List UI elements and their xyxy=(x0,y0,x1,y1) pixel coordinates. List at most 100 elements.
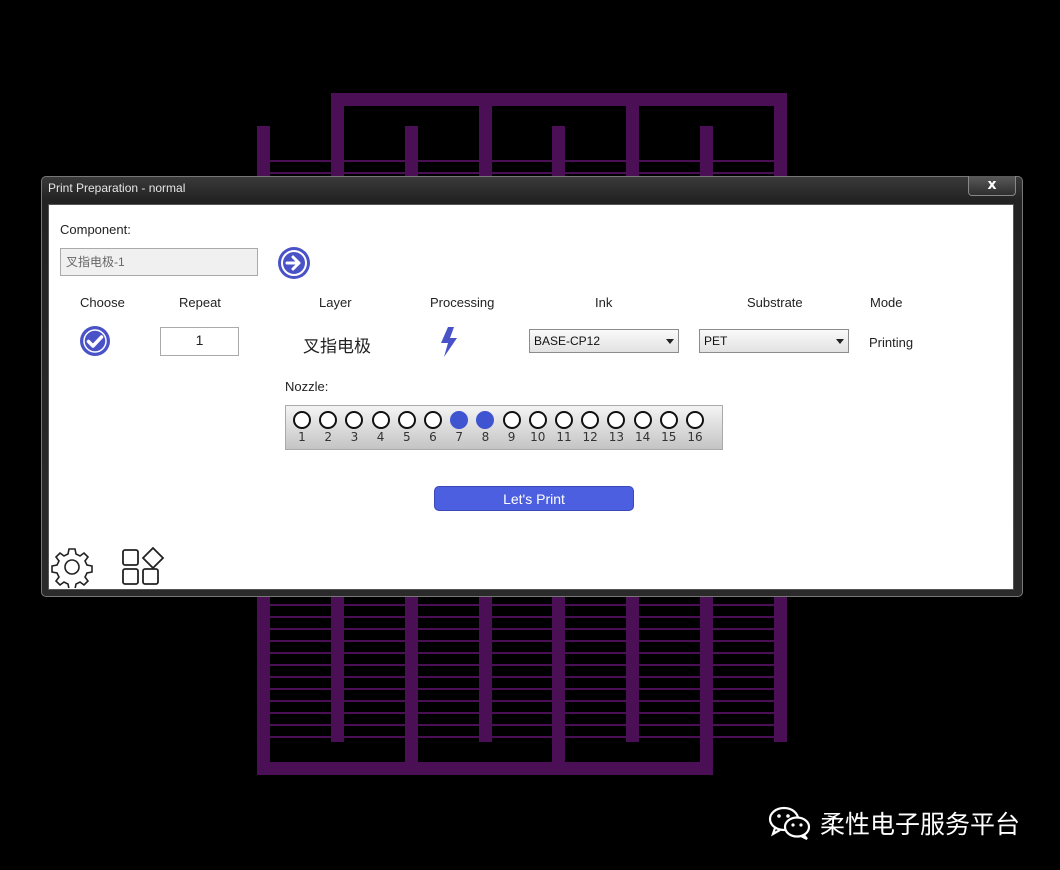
nozzle-dot xyxy=(397,411,416,429)
nozzle-13[interactable]: 13 xyxy=(603,411,629,447)
nozzle-dot xyxy=(659,411,678,429)
electrode-trace xyxy=(565,664,626,666)
checkmark-icon xyxy=(83,329,107,353)
nozzle-15[interactable]: 15 xyxy=(656,411,682,447)
electrode-trace xyxy=(713,172,774,174)
electrode-trace xyxy=(639,736,700,738)
print-preparation-dialog: Print Preparation - normal x Component: … xyxy=(41,176,1023,597)
electrode-trace xyxy=(344,616,405,618)
nozzle-number: 6 xyxy=(429,430,437,444)
electrode-trace xyxy=(418,640,479,642)
nozzle-12[interactable]: 12 xyxy=(577,411,603,447)
close-button[interactable]: x xyxy=(968,176,1016,196)
electrode-trace xyxy=(418,700,479,702)
nozzle-5[interactable]: 5 xyxy=(394,411,420,447)
electrode-trace xyxy=(270,652,331,654)
electrode-trace xyxy=(565,688,626,690)
nozzle-dot xyxy=(607,411,626,429)
electrode-trace xyxy=(270,616,331,618)
electrode-trace xyxy=(344,652,405,654)
nozzle-8[interactable]: 8 xyxy=(472,411,498,447)
layer-name: 叉指电极 xyxy=(303,337,371,356)
nozzle-dot xyxy=(581,411,600,429)
wechat-icon xyxy=(768,806,811,840)
electrode-trace xyxy=(270,160,331,162)
gear-icon[interactable] xyxy=(51,546,93,588)
chevron-down-icon xyxy=(666,339,674,344)
electrode-trace xyxy=(270,700,331,702)
electrode-trace xyxy=(713,664,774,666)
electrode-trace xyxy=(270,604,331,606)
electrode-trace xyxy=(565,676,626,678)
electrode-trace xyxy=(639,724,700,726)
electrode-trace xyxy=(344,628,405,630)
arrow-right-circle-icon[interactable] xyxy=(278,247,310,279)
electrode-trace xyxy=(492,604,552,606)
electrode-trace xyxy=(344,604,405,606)
header-mode: Mode xyxy=(870,295,903,310)
component-label: Component: xyxy=(60,222,131,237)
electrode-trace xyxy=(344,712,405,714)
nozzle-4[interactable]: 4 xyxy=(368,411,394,447)
nozzle-16[interactable]: 16 xyxy=(682,411,708,447)
component-field[interactable]: 叉指电极-1 xyxy=(60,248,258,276)
header-processing: Processing xyxy=(430,295,495,310)
nozzle-number: 5 xyxy=(402,430,411,444)
ink-select[interactable]: BASE-CP12 xyxy=(529,329,679,353)
substrate-select-value: PET xyxy=(704,334,728,348)
nozzle-number: 11 xyxy=(556,430,572,444)
nozzle-number: 14 xyxy=(634,430,651,444)
electrode-trace xyxy=(270,628,331,630)
nozzle-9[interactable]: 9 xyxy=(499,411,525,447)
electrode-trace xyxy=(344,640,405,642)
substrate-select[interactable]: PET xyxy=(699,329,849,353)
nozzle-dot xyxy=(528,411,547,429)
electrode-trace xyxy=(418,172,479,174)
electrode-trace xyxy=(344,160,405,162)
nozzle-14[interactable]: 14 xyxy=(630,411,656,447)
electrode-trace xyxy=(492,172,552,174)
nozzle-dot xyxy=(371,411,390,429)
electrode-trace xyxy=(565,172,626,174)
electrode-trace xyxy=(492,712,552,714)
nozzle-10[interactable]: 10 xyxy=(525,411,551,447)
electrode-trace xyxy=(565,604,626,606)
electrode-trace xyxy=(565,640,626,642)
lets-print-button[interactable]: Let's Print xyxy=(434,486,634,511)
nozzle-6[interactable]: 6 xyxy=(420,411,446,447)
electrode-trace xyxy=(344,676,405,678)
electrode-trace xyxy=(492,616,552,618)
electrode-trace xyxy=(418,160,479,162)
nozzle-7[interactable]: 7 xyxy=(446,411,472,447)
nozzle-3[interactable]: 3 xyxy=(341,411,367,447)
nozzle-dot xyxy=(633,411,652,429)
nozzle-2[interactable]: 2 xyxy=(315,411,341,447)
nozzle-dot xyxy=(502,411,521,429)
choose-checkbox[interactable] xyxy=(80,326,110,356)
nozzle-1[interactable]: 1 xyxy=(289,411,315,447)
lightning-bolt-icon[interactable] xyxy=(438,326,460,358)
watermark: 柔性电子服务平台 xyxy=(768,805,1020,841)
electrode-trace xyxy=(713,628,774,630)
nozzle-dot xyxy=(450,411,469,429)
electrode-trace xyxy=(418,628,479,630)
electrode-trace xyxy=(565,712,626,714)
electrode-trace xyxy=(565,160,626,162)
electrode-trace xyxy=(418,736,479,738)
electrode-trace xyxy=(344,700,405,702)
electrode-trace xyxy=(639,652,700,654)
electrode-trace xyxy=(565,736,626,738)
dialog-content: Component: 叉指电极-1 Choose Repeat Layer Pr… xyxy=(48,204,1014,590)
nozzle-number: 10 xyxy=(530,430,546,444)
apps-grid-icon[interactable] xyxy=(121,547,165,587)
ink-select-value: BASE-CP12 xyxy=(534,334,601,348)
electrode-trace xyxy=(565,700,626,702)
electrode-trace xyxy=(418,604,479,606)
electrode-trace xyxy=(713,712,774,714)
electrode-trace xyxy=(270,688,331,690)
electrode-trace xyxy=(639,712,700,714)
electrode-trace xyxy=(270,736,331,738)
repeat-input[interactable]: 1 xyxy=(160,327,239,356)
electrode-trace xyxy=(344,736,405,738)
nozzle-11[interactable]: 11 xyxy=(551,411,577,447)
